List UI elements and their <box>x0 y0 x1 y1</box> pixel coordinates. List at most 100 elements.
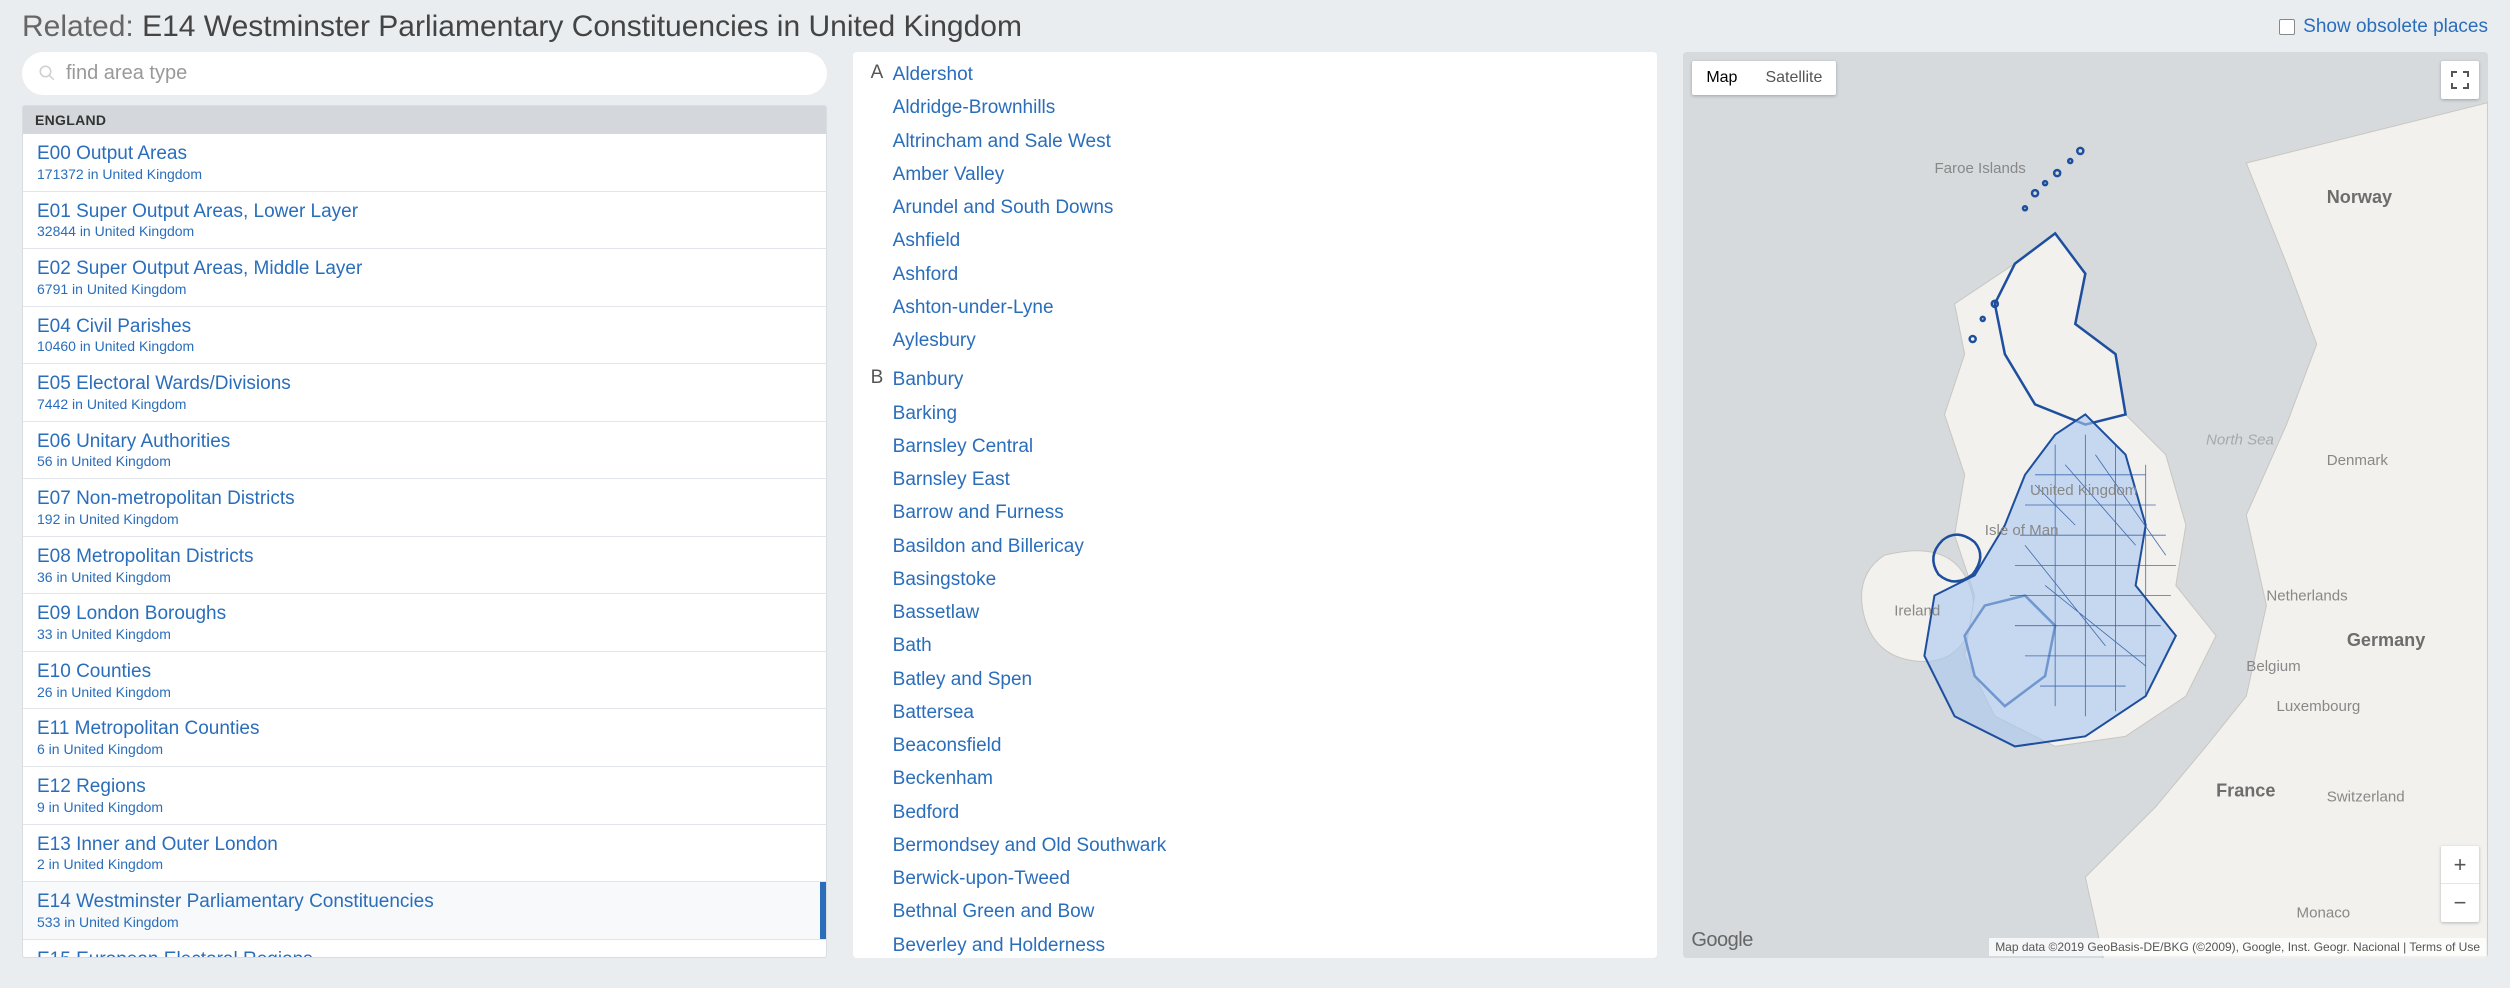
group-header-england: ENGLAND <box>23 106 826 134</box>
label-belgium: Belgium <box>2247 658 2301 675</box>
area-type-subtitle: 32844 in United Kingdom <box>37 223 812 240</box>
label-france: France <box>2216 781 2275 801</box>
area-type-subtitle: 6 in United Kingdom <box>37 741 812 758</box>
search-input[interactable] <box>22 52 827 95</box>
zoom-control: + − <box>2441 846 2479 922</box>
place-link[interactable]: Bedford <box>893 796 1640 829</box>
area-type-row[interactable]: E10 Counties26 in United Kingdom <box>23 652 826 710</box>
label-ireland: Ireland <box>1895 603 1941 620</box>
places-list[interactable]: AAldershotAldridge-BrownhillsAltrincham … <box>853 52 1658 958</box>
label-iom: Isle of Man <box>1985 522 2059 539</box>
place-link[interactable]: Aylesbury <box>893 324 1640 357</box>
area-type-row[interactable]: E04 Civil Parishes10460 in United Kingdo… <box>23 307 826 365</box>
label-netherlands: Netherlands <box>2267 588 2348 605</box>
show-obsolete-checkbox[interactable] <box>2279 19 2295 35</box>
alpha-letter: B <box>871 363 893 389</box>
area-type-name: E12 Regions <box>37 775 812 799</box>
area-type-name: E04 Civil Parishes <box>37 315 812 339</box>
area-type-name: E00 Output Areas <box>37 142 812 166</box>
area-type-name: E07 Non-metropolitan Districts <box>37 487 812 511</box>
area-type-row[interactable]: E14 Westminster Parliamentary Constituen… <box>23 882 826 940</box>
zoom-out-button[interactable]: − <box>2441 884 2479 922</box>
place-link[interactable]: Basildon and Billericay <box>893 530 1640 563</box>
place-link[interactable]: Bath <box>893 629 1640 662</box>
area-type-name: E13 Inner and Outer London <box>37 833 812 857</box>
area-type-subtitle: 171372 in United Kingdom <box>37 166 812 183</box>
place-link[interactable]: Banbury <box>893 363 1640 396</box>
label-germany: Germany <box>2347 630 2425 650</box>
place-link[interactable]: Arundel and South Downs <box>893 191 1640 224</box>
place-link[interactable]: Beckenham <box>893 762 1640 795</box>
label-luxembourg: Luxembourg <box>2277 698 2361 715</box>
label-monaco: Monaco <box>2297 904 2351 921</box>
place-link[interactable]: Aldershot <box>893 58 1640 91</box>
area-type-subtitle: 2 in United Kingdom <box>37 856 812 873</box>
area-type-row[interactable]: E15 European Electoral Regions9 in Unite… <box>23 940 826 958</box>
place-link[interactable]: Aldridge-Brownhills <box>893 91 1640 124</box>
page-title: Related: E14 Westminster Parliamentary C… <box>22 10 1022 44</box>
place-link[interactable]: Basingstoke <box>893 563 1640 596</box>
place-link[interactable]: Altrincham and Sale West <box>893 125 1640 158</box>
area-type-row[interactable]: E08 Metropolitan Districts36 in United K… <box>23 537 826 595</box>
place-link[interactable]: Battersea <box>893 696 1640 729</box>
fullscreen-button[interactable] <box>2441 61 2479 99</box>
area-type-subtitle: 9 in United Kingdom <box>37 799 812 816</box>
place-link[interactable]: Beverley and Holderness <box>893 929 1640 959</box>
place-link[interactable]: Bethnal Green and Bow <box>893 895 1640 928</box>
area-type-row[interactable]: E09 London Boroughs33 in United Kingdom <box>23 594 826 652</box>
label-switzerland: Switzerland <box>2327 789 2405 806</box>
area-type-row[interactable]: E01 Super Output Areas, Lower Layer32844… <box>23 192 826 250</box>
place-link[interactable]: Ashford <box>893 258 1640 291</box>
area-type-row[interactable]: E11 Metropolitan Counties6 in United Kin… <box>23 709 826 767</box>
label-north-sea: North Sea <box>2206 432 2274 449</box>
area-type-subtitle: 6791 in United Kingdom <box>37 281 812 298</box>
area-type-name: E15 European Electoral Regions <box>37 948 812 958</box>
area-type-row[interactable]: E05 Electoral Wards/Divisions7442 in Uni… <box>23 364 826 422</box>
map-tab-map[interactable]: Map <box>1692 61 1751 95</box>
show-obsolete-toggle[interactable]: Show obsolete places <box>2279 16 2488 38</box>
place-link[interactable]: Amber Valley <box>893 158 1640 191</box>
map-tab-satellite[interactable]: Satellite <box>1751 61 1836 95</box>
area-type-name: E05 Electoral Wards/Divisions <box>37 372 812 396</box>
area-type-name: E06 Unitary Authorities <box>37 430 812 454</box>
area-type-row[interactable]: E06 Unitary Authorities56 in United King… <box>23 422 826 480</box>
place-link[interactable]: Bermondsey and Old Southwark <box>893 829 1640 862</box>
area-type-row[interactable]: E13 Inner and Outer London2 in United Ki… <box>23 825 826 883</box>
area-type-list[interactable]: ENGLAND E00 Output Areas171372 in United… <box>22 105 827 958</box>
place-link[interactable]: Ashton-under-Lyne <box>893 291 1640 324</box>
area-type-name: E09 London Boroughs <box>37 602 812 626</box>
area-type-subtitle: 7442 in United Kingdom <box>37 396 812 413</box>
area-type-subtitle: 33 in United Kingdom <box>37 626 812 643</box>
map-credits: Map data ©2019 GeoBasis-DE/BKG (©2009), … <box>1989 938 2486 956</box>
google-logo: Google <box>1691 929 1753 952</box>
place-link[interactable]: Bassetlaw <box>893 596 1640 629</box>
area-type-name: E08 Metropolitan Districts <box>37 545 812 569</box>
alpha-letter: A <box>871 58 893 84</box>
place-link[interactable]: Batley and Spen <box>893 663 1640 696</box>
area-type-name: E10 Counties <box>37 660 812 684</box>
label-uk: United Kingdom <box>2030 482 2137 499</box>
label-denmark: Denmark <box>2327 452 2389 469</box>
area-type-name: E01 Super Output Areas, Lower Layer <box>37 200 812 224</box>
area-type-row[interactable]: E12 Regions9 in United Kingdom <box>23 767 826 825</box>
place-link[interactable]: Barking <box>893 397 1640 430</box>
area-type-row[interactable]: E00 Output Areas171372 in United Kingdom <box>23 134 826 192</box>
area-type-name: E14 Westminster Parliamentary Constituen… <box>37 890 812 914</box>
area-type-subtitle: 10460 in United Kingdom <box>37 338 812 355</box>
area-type-subtitle: 56 in United Kingdom <box>37 453 812 470</box>
place-link[interactable]: Ashfield <box>893 224 1640 257</box>
area-type-row[interactable]: E02 Super Output Areas, Middle Layer6791… <box>23 249 826 307</box>
area-type-subtitle: 533 in United Kingdom <box>37 914 812 931</box>
map-panel[interactable]: Map Satellite + − Google Map data ©2019 … <box>1683 52 2488 958</box>
place-link[interactable]: Barnsley East <box>893 463 1640 496</box>
place-link[interactable]: Barnsley Central <box>893 430 1640 463</box>
place-link[interactable]: Berwick-upon-Tweed <box>893 862 1640 895</box>
zoom-in-button[interactable]: + <box>2441 846 2479 884</box>
fullscreen-icon <box>2451 71 2469 89</box>
area-type-name: E02 Super Output Areas, Middle Layer <box>37 257 812 281</box>
map-canvas[interactable]: Norway Denmark Germany Netherlands Belgi… <box>1683 52 2488 958</box>
place-link[interactable]: Barrow and Furness <box>893 496 1640 529</box>
place-link[interactable]: Beaconsfield <box>893 729 1640 762</box>
area-type-subtitle: 36 in United Kingdom <box>37 569 812 586</box>
area-type-row[interactable]: E07 Non-metropolitan Districts192 in Uni… <box>23 479 826 537</box>
